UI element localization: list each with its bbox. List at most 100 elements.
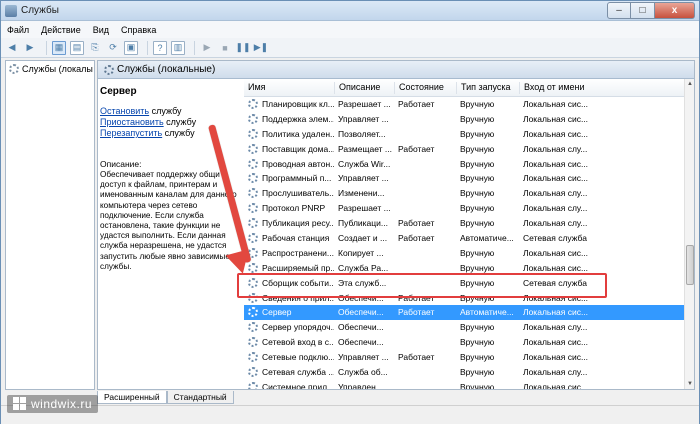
table-cell: Вручную xyxy=(460,173,495,184)
stop-service-icon[interactable]: ■ xyxy=(218,41,232,55)
menu-view[interactable]: Вид xyxy=(93,25,109,35)
column-header-startup-type[interactable]: Тип запуска xyxy=(456,82,511,94)
table-row[interactable]: Поставщик дома... Размещает ... Работает Вр… xyxy=(244,142,684,157)
pause-service-icon[interactable]: ❚❚ xyxy=(235,41,250,55)
table-cell: Вручную xyxy=(460,99,495,109)
close-button[interactable]: x xyxy=(655,2,695,19)
table-cell: Обеспечи... xyxy=(338,337,384,348)
table-row[interactable]: Сетевая служба ... Служба об... Вручную Лок… xyxy=(244,365,684,380)
table-cell: Разрешает ... xyxy=(338,99,391,109)
scroll-down-icon[interactable]: ▼ xyxy=(685,379,695,389)
scroll-up-icon[interactable]: ▲ xyxy=(685,79,695,89)
table-row[interactable]: Сведения о прил... Обеспечи... Работает Вру… xyxy=(244,291,684,306)
table-cell: Локальная слу... xyxy=(523,188,588,199)
vertical-scrollbar[interactable]: ▲ ▼ xyxy=(684,79,694,389)
table-cell: Локальная слу... xyxy=(523,322,588,333)
table-cell: Вручную xyxy=(460,262,495,273)
panel-header-label: Службы (локальные) xyxy=(117,64,216,75)
menu-action[interactable]: Действие xyxy=(41,25,81,35)
column-header-row: Имя Описание Состояние Тип запуска Вход … xyxy=(244,79,694,97)
table-cell: Размещает ... xyxy=(338,143,392,154)
console-tree-icon[interactable]: ▤ xyxy=(70,40,84,55)
stop-service-link[interactable]: Остановить xyxy=(100,106,149,116)
toolbar-separator-2 xyxy=(147,40,148,55)
service-gear-icon xyxy=(248,173,258,184)
table-row[interactable]: Сетевой вход в с... Обеспечи... Вручную Лок… xyxy=(244,335,684,350)
service-gear-icon xyxy=(248,158,258,169)
menu-file[interactable]: Файл xyxy=(7,25,29,35)
table-row[interactable]: Расширяемый пр... Служба Ра... Вручную Лока… xyxy=(244,261,684,276)
restart-service-link[interactable]: Перезапустить xyxy=(100,128,162,138)
table-cell: Протокол PNRP xyxy=(262,203,326,214)
pause-service-row: Приостановить службу xyxy=(100,117,196,128)
column-header-logon-as[interactable]: Вход от имени xyxy=(519,82,585,94)
table-cell: Локальная сис... xyxy=(523,128,589,139)
table-row[interactable]: Программный п... Управляет ... Вручную Лока… xyxy=(244,171,684,186)
table-row-selected[interactable]: Сервер Обеспечи... Работает Автоматиче... Ло… xyxy=(244,305,684,321)
tree-node-services[interactable]: Службы (локалы xyxy=(9,64,93,74)
table-cell: Работает xyxy=(398,307,435,318)
table-row[interactable]: Сетевые подклю... Управляет ... Работает Вр… xyxy=(244,350,684,365)
table-cell: Распространени... xyxy=(262,247,334,258)
column-header-status[interactable]: Состояние xyxy=(394,82,444,94)
pause-service-link[interactable]: Приостановить xyxy=(100,117,164,127)
table-cell: Локальная сис... xyxy=(523,247,589,258)
start-service-icon[interactable]: ▶ xyxy=(200,41,214,55)
table-cell: Проводная автон... xyxy=(262,158,334,169)
table-cell: Служба об... xyxy=(338,367,388,378)
table-cell: Служба Wir... xyxy=(338,158,391,169)
properties-icon[interactable]: ▣ xyxy=(124,40,138,55)
table-cell: Локальная сис... xyxy=(523,158,589,169)
table-row[interactable]: Политика удален... Позволяет... Вручную Лок… xyxy=(244,127,684,142)
minimize-button[interactable]: – xyxy=(607,2,631,19)
maximize-button[interactable]: □ xyxy=(631,2,655,19)
table-row[interactable]: Рабочая станция Создает и ... Работает Авто… xyxy=(244,231,684,246)
watermark: windwix.ru xyxy=(7,395,99,413)
tab-standard[interactable]: Стандартный xyxy=(166,391,234,404)
table-cell: Программный п... xyxy=(262,173,332,184)
watermark-text: windwix.ru xyxy=(31,397,93,411)
table-row[interactable]: Поддержка элем... Управляет ... Вручную Лок… xyxy=(244,112,684,127)
table-row[interactable]: Протокол PNRP Разрешает ... Вручную Локальн… xyxy=(244,201,684,216)
forward-arrow-icon[interactable]: ▶ xyxy=(23,41,37,55)
table-row[interactable]: Сервер упорядоч... Обеспечи... Вручную Лока… xyxy=(244,320,684,335)
table-cell: Вручную xyxy=(460,158,495,169)
menu-help[interactable]: Справка xyxy=(121,25,156,35)
tab-extended[interactable]: Расширенный xyxy=(97,391,167,404)
table-row[interactable]: Публикация ресу... Публикаци... Работает Вр… xyxy=(244,216,684,231)
table-cell: Расширяемый пр... xyxy=(262,262,334,273)
refresh-icon[interactable]: ⟳ xyxy=(106,41,120,55)
restart-service-icon[interactable]: ▶❚ xyxy=(254,41,268,55)
help-icon[interactable]: ? xyxy=(153,40,167,55)
column-header-name[interactable]: Имя xyxy=(244,82,266,94)
console-tree: Службы (локалы xyxy=(5,60,95,390)
table-row[interactable]: Проводная автон... Служба Wir... Вручную Ло… xyxy=(244,157,684,172)
table-cell: Создает и ... xyxy=(338,233,388,244)
show-hide-tree-icon[interactable]: ▦ xyxy=(52,40,66,55)
table-cell: Позволяет... xyxy=(338,128,386,139)
export-list-icon[interactable]: ⎘ xyxy=(88,41,102,55)
title-bar[interactable]: Службы – □ x xyxy=(1,1,699,21)
table-row[interactable]: Сборщик событи... Эта служб... Вручную Сете… xyxy=(244,276,684,291)
table-cell: Политика удален... xyxy=(262,128,334,139)
table-cell: Копирует ... xyxy=(338,247,384,258)
scroll-thumb[interactable] xyxy=(686,245,694,285)
services-list: Имя Описание Состояние Тип запуска Вход … xyxy=(244,79,694,389)
back-arrow-icon[interactable]: ◀ xyxy=(5,41,19,55)
table-row[interactable]: Планировщик кл... Разрешает ... Работает Вр… xyxy=(244,97,684,112)
service-gear-icon xyxy=(248,277,258,288)
table-row[interactable]: Прослушиватель... Изменени... Вручную Локал… xyxy=(244,186,684,201)
table-cell: Вручную xyxy=(460,188,495,199)
service-gear-icon xyxy=(248,218,258,229)
table-cell: Работает xyxy=(398,292,435,303)
table-cell: Локальная сис... xyxy=(523,113,589,124)
column-header-description[interactable]: Описание xyxy=(334,82,380,94)
view-icon[interactable]: ▥ xyxy=(171,40,185,55)
table-row[interactable]: Системное прил... Управлен... Вручную Локал… xyxy=(244,380,684,389)
service-title: Сервер xyxy=(100,86,137,97)
table-cell: Планировщик кл... xyxy=(262,99,334,109)
table-cell: Вручную xyxy=(460,337,495,348)
table-row[interactable]: Распространени... Копирует ... Вручную Лока… xyxy=(244,246,684,261)
table-cell: Работает xyxy=(398,352,435,363)
service-actions: Остановить службу Приостановить службу П… xyxy=(100,106,196,139)
